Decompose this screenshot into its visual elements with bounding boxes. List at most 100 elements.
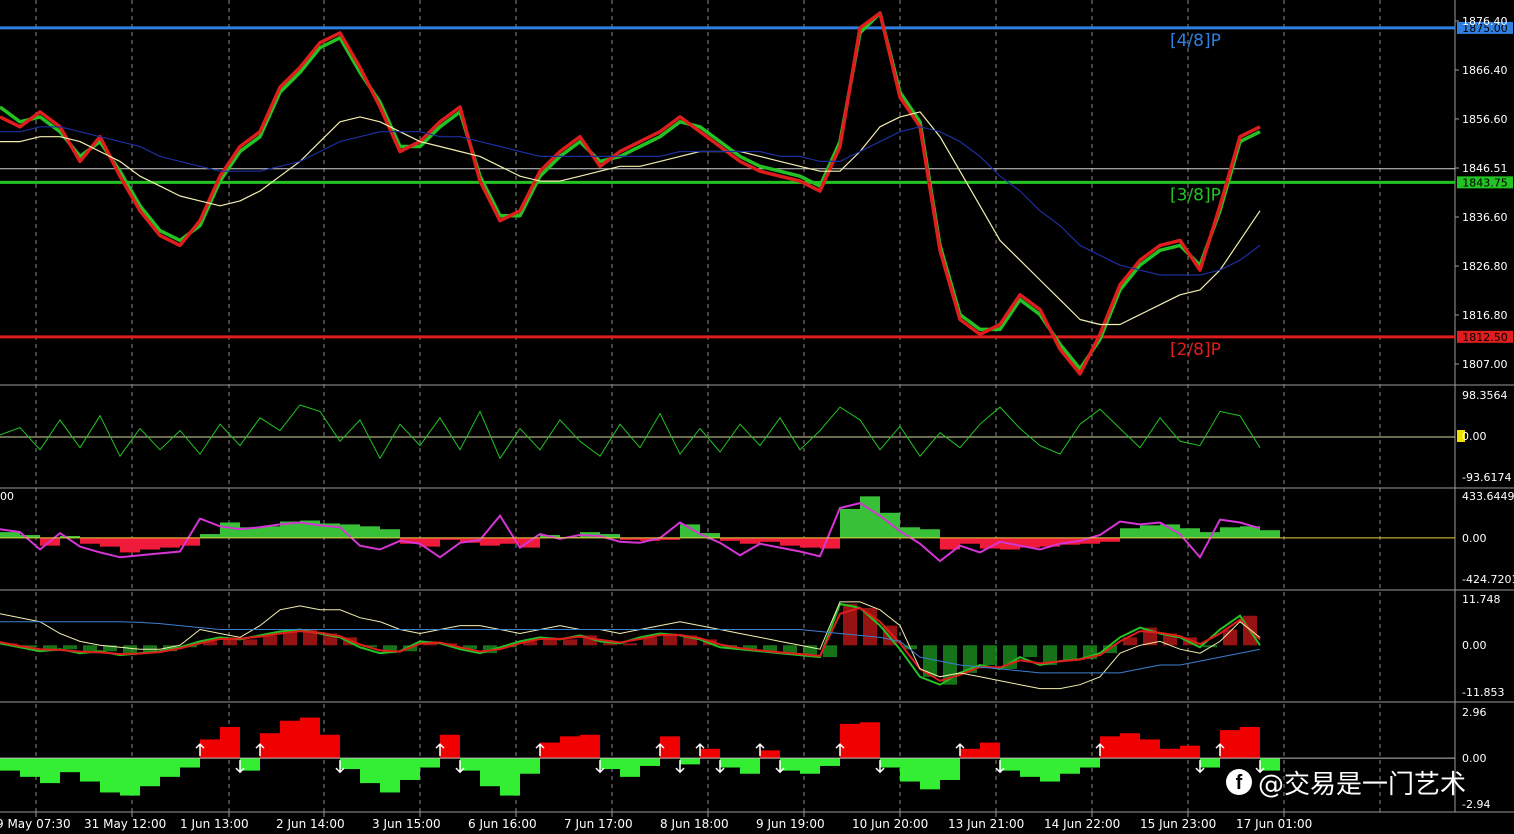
level-price-tag-text: 1812.50 — [1462, 331, 1508, 344]
histogram-bar — [623, 643, 637, 646]
area-bar — [500, 758, 520, 796]
histogram-bar — [880, 512, 900, 538]
area-bar — [320, 734, 340, 759]
area-bar — [900, 758, 920, 782]
area-bar — [160, 758, 180, 777]
price-axis-tick: 1876.40 — [1462, 15, 1508, 28]
price-axis-tick: 1816.80 — [1462, 309, 1508, 322]
histogram-bar — [360, 526, 380, 538]
oscillator-3-tick: -11.853 — [1462, 686, 1504, 699]
histogram-bar — [480, 537, 500, 546]
oscillator-1-line — [0, 404, 1261, 460]
histogram-bar — [1120, 528, 1140, 538]
area-bar — [560, 736, 580, 759]
time-axis-tick: 14 Jun 22:00 — [1044, 817, 1120, 831]
area-bar — [60, 758, 80, 773]
area-bar — [1060, 758, 1080, 774]
area-bar — [1040, 758, 1060, 782]
histogram-bar — [100, 537, 120, 547]
histogram-bar — [1160, 524, 1180, 538]
oscillator-1-tick: -93.6174 — [1462, 471, 1511, 484]
histogram-bar — [63, 645, 77, 650]
histogram-bar — [1260, 530, 1280, 538]
area-bar — [1240, 726, 1260, 759]
trading-chart[interactable]: [4/8]P 1875.00 [3/8]P 1843.75 [2/8]P 1812.50 1… — [0, 0, 1514, 834]
histogram-bar — [1220, 527, 1240, 538]
area-bar — [140, 758, 160, 787]
oscillator-2-tick: 0.00 — [1462, 532, 1487, 545]
histogram-bar — [680, 524, 700, 538]
level-label: [3/8]P — [1170, 185, 1221, 205]
time-axis-tick: 15 Jun 23:00 — [1140, 817, 1216, 831]
area-bar — [180, 758, 200, 768]
histogram-bar — [220, 522, 240, 538]
oscillator-2-tick: 433.6449 — [1462, 490, 1514, 503]
area-bar — [720, 758, 740, 768]
area-bar — [580, 734, 600, 759]
area-bar — [1220, 730, 1240, 759]
area-bar — [1180, 745, 1200, 759]
histogram-bar — [120, 537, 140, 553]
area-bar — [260, 733, 280, 759]
area-bar — [120, 758, 140, 796]
area-bar — [860, 722, 880, 759]
area-bar — [80, 758, 100, 782]
area-bar — [960, 748, 980, 759]
area-bar — [740, 758, 760, 774]
price-axis-tick: 1866.40 — [1462, 64, 1508, 77]
area-bar — [100, 758, 120, 793]
time-axis-tick: 2 Jun 14:00 — [276, 817, 345, 831]
oscillator-4-tick: -2.94 — [1462, 798, 1490, 811]
area-bar — [1020, 758, 1040, 777]
price-axis-tick: 1807.00 — [1462, 358, 1508, 371]
time-axis-tick: 7 Jun 17:00 — [564, 817, 633, 831]
histogram-bar — [380, 529, 400, 538]
area-bar — [360, 758, 380, 784]
area-bar — [600, 758, 620, 770]
oscillator-2-tick: -424.7201 — [1462, 573, 1514, 586]
area-bar — [680, 758, 700, 765]
watermark: f @交易是一门艺术 — [1226, 764, 1466, 800]
histogram-bar — [0, 532, 20, 538]
oscillator-2-edge-label: 00 — [0, 490, 14, 503]
area-bar — [280, 720, 300, 759]
area-bar — [700, 748, 720, 759]
histogram-bar — [80, 537, 100, 544]
oscillator-3-tick: 11.748 — [1462, 593, 1501, 606]
price-axis-tick: 1846.51 — [1462, 162, 1508, 175]
time-axis-tick: 13 Jun 21:00 — [948, 817, 1024, 831]
histogram-bar — [760, 537, 780, 542]
histogram-bar — [920, 529, 940, 538]
price-series-line — [0, 126, 1261, 276]
histogram-bar — [1100, 537, 1120, 542]
time-axis-tick: 31 May 12:00 — [84, 817, 166, 831]
area-bar — [480, 758, 500, 787]
area-bar — [540, 742, 560, 759]
price-axis-tick: 1826.80 — [1462, 260, 1508, 273]
price-series-line — [0, 11, 1261, 376]
histogram-bar — [200, 534, 220, 538]
chart-canvas[interactable]: [4/8]P1875.00[3/8]P1843.75[2/8]P1812.501… — [0, 0, 1514, 834]
level-label: [2/8]P — [1170, 340, 1221, 360]
area-bar — [840, 723, 860, 759]
area-bar — [300, 717, 320, 759]
area-bar — [420, 758, 440, 768]
facebook-logo-icon: f — [1226, 769, 1252, 795]
area-bar — [980, 742, 1000, 759]
time-axis-tick: 17 Jun 01:00 — [1236, 817, 1312, 831]
price-series-line — [0, 111, 1261, 326]
time-axis-tick: 6 Jun 16:00 — [468, 817, 537, 831]
histogram-bar — [243, 639, 257, 646]
price-axis-tick: 1856.60 — [1462, 113, 1508, 126]
area-bar — [940, 758, 960, 780]
watermark-text: @交易是一门艺术 — [1258, 769, 1467, 800]
time-axis-tick: 9 May 07:30 — [0, 817, 71, 831]
histogram-bar — [780, 537, 800, 546]
area-bar — [400, 758, 420, 780]
histogram-bar — [983, 645, 997, 665]
area-bar — [520, 758, 540, 774]
area-bar — [820, 758, 840, 766]
area-bar — [200, 739, 220, 759]
histogram-bar — [800, 537, 820, 548]
time-axis-tick: 9 Jun 19:00 — [756, 817, 825, 831]
